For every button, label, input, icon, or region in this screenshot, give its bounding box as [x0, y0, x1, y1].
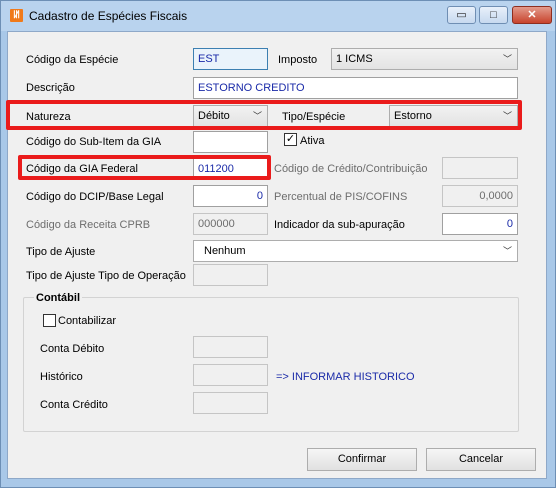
cancelar-button[interactable]: Cancelar — [426, 448, 536, 471]
receita-cprb-label: Código da Receita CPRB — [26, 219, 151, 231]
maximize-button[interactable]: □ — [479, 6, 508, 24]
sub-apuracao-input[interactable]: 0 — [442, 213, 518, 235]
close-button[interactable]: ✕ — [512, 6, 552, 24]
contabil-title: Contábil — [34, 292, 82, 304]
tipo-ajuste-operacao-label: Tipo de Ajuste Tipo de Operação — [26, 270, 186, 282]
descricao-label: Descrição — [26, 82, 75, 94]
confirmar-button[interactable]: Confirmar — [307, 448, 417, 471]
dcip-label: Código do DCIP/Base Legal — [26, 191, 164, 203]
tipo-ajuste-operacao-input[interactable] — [193, 264, 268, 286]
pis-cofins-label: Percentual de PIS/COFINS — [274, 191, 408, 203]
window-title: Cadastro de Espécies Fiscais — [29, 9, 188, 23]
natureza-highlight-box — [6, 100, 522, 130]
historico-label: Histórico — [40, 371, 83, 383]
tipo-ajuste-select[interactable]: Nenhum ﹀ — [193, 240, 518, 262]
codigo-especie-input[interactable]: EST — [193, 48, 268, 70]
codigo-especie-label: Código da Espécie — [26, 54, 119, 66]
chevron-down-icon: ﹀ — [502, 246, 512, 256]
credito-contribuicao-input[interactable] — [442, 157, 518, 179]
minimize-button[interactable]: ▭ — [447, 6, 476, 24]
tipo-ajuste-value: Nenhum — [204, 245, 246, 257]
ativa-checkbox[interactable]: ✓ — [284, 133, 297, 146]
conta-debito-input[interactable] — [193, 336, 268, 358]
conta-credito-input[interactable] — [193, 392, 268, 414]
app-logo-icon[interactable]: ꖦ — [10, 9, 23, 22]
title-bar[interactable]: ꖦ Cadastro de Espécies Fiscais ▭ □ ✕ — [1, 1, 555, 31]
receita-cprb-input[interactable]: 000000 — [193, 213, 268, 235]
conta-credito-label: Conta Crédito — [40, 399, 108, 411]
informar-historico-link[interactable]: => INFORMAR HISTORICO — [276, 371, 415, 383]
sub-item-gia-input[interactable] — [193, 131, 268, 153]
descricao-input[interactable]: ESTORNO CREDITO — [193, 77, 518, 99]
historico-input[interactable] — [193, 364, 268, 386]
contabilizar-label: Contabilizar — [58, 315, 117, 327]
chevron-down-icon: ﹀ — [502, 54, 512, 64]
imposto-label: Imposto — [278, 54, 318, 66]
pis-cofins-input[interactable]: 0,0000 — [442, 185, 518, 207]
contabilizar-checkbox[interactable] — [43, 314, 56, 327]
sub-apuracao-label: Indicador da sub-apuração — [274, 219, 405, 231]
dcip-input[interactable]: 0 — [193, 185, 268, 207]
imposto-select[interactable]: 1 ICMS ﹀ — [331, 48, 518, 70]
conta-debito-label: Conta Débito — [40, 343, 105, 355]
ativa-label: Ativa — [300, 135, 325, 147]
imposto-value: 1 ICMS — [336, 53, 373, 65]
gia-federal-highlight-box — [18, 155, 271, 180]
credito-contribuicao-label: Código de Crédito/Contribuição — [274, 163, 428, 175]
tipo-ajuste-label: Tipo de Ajuste — [26, 246, 96, 258]
sub-item-gia-label: Código do Sub-Item da GIA — [26, 136, 162, 148]
